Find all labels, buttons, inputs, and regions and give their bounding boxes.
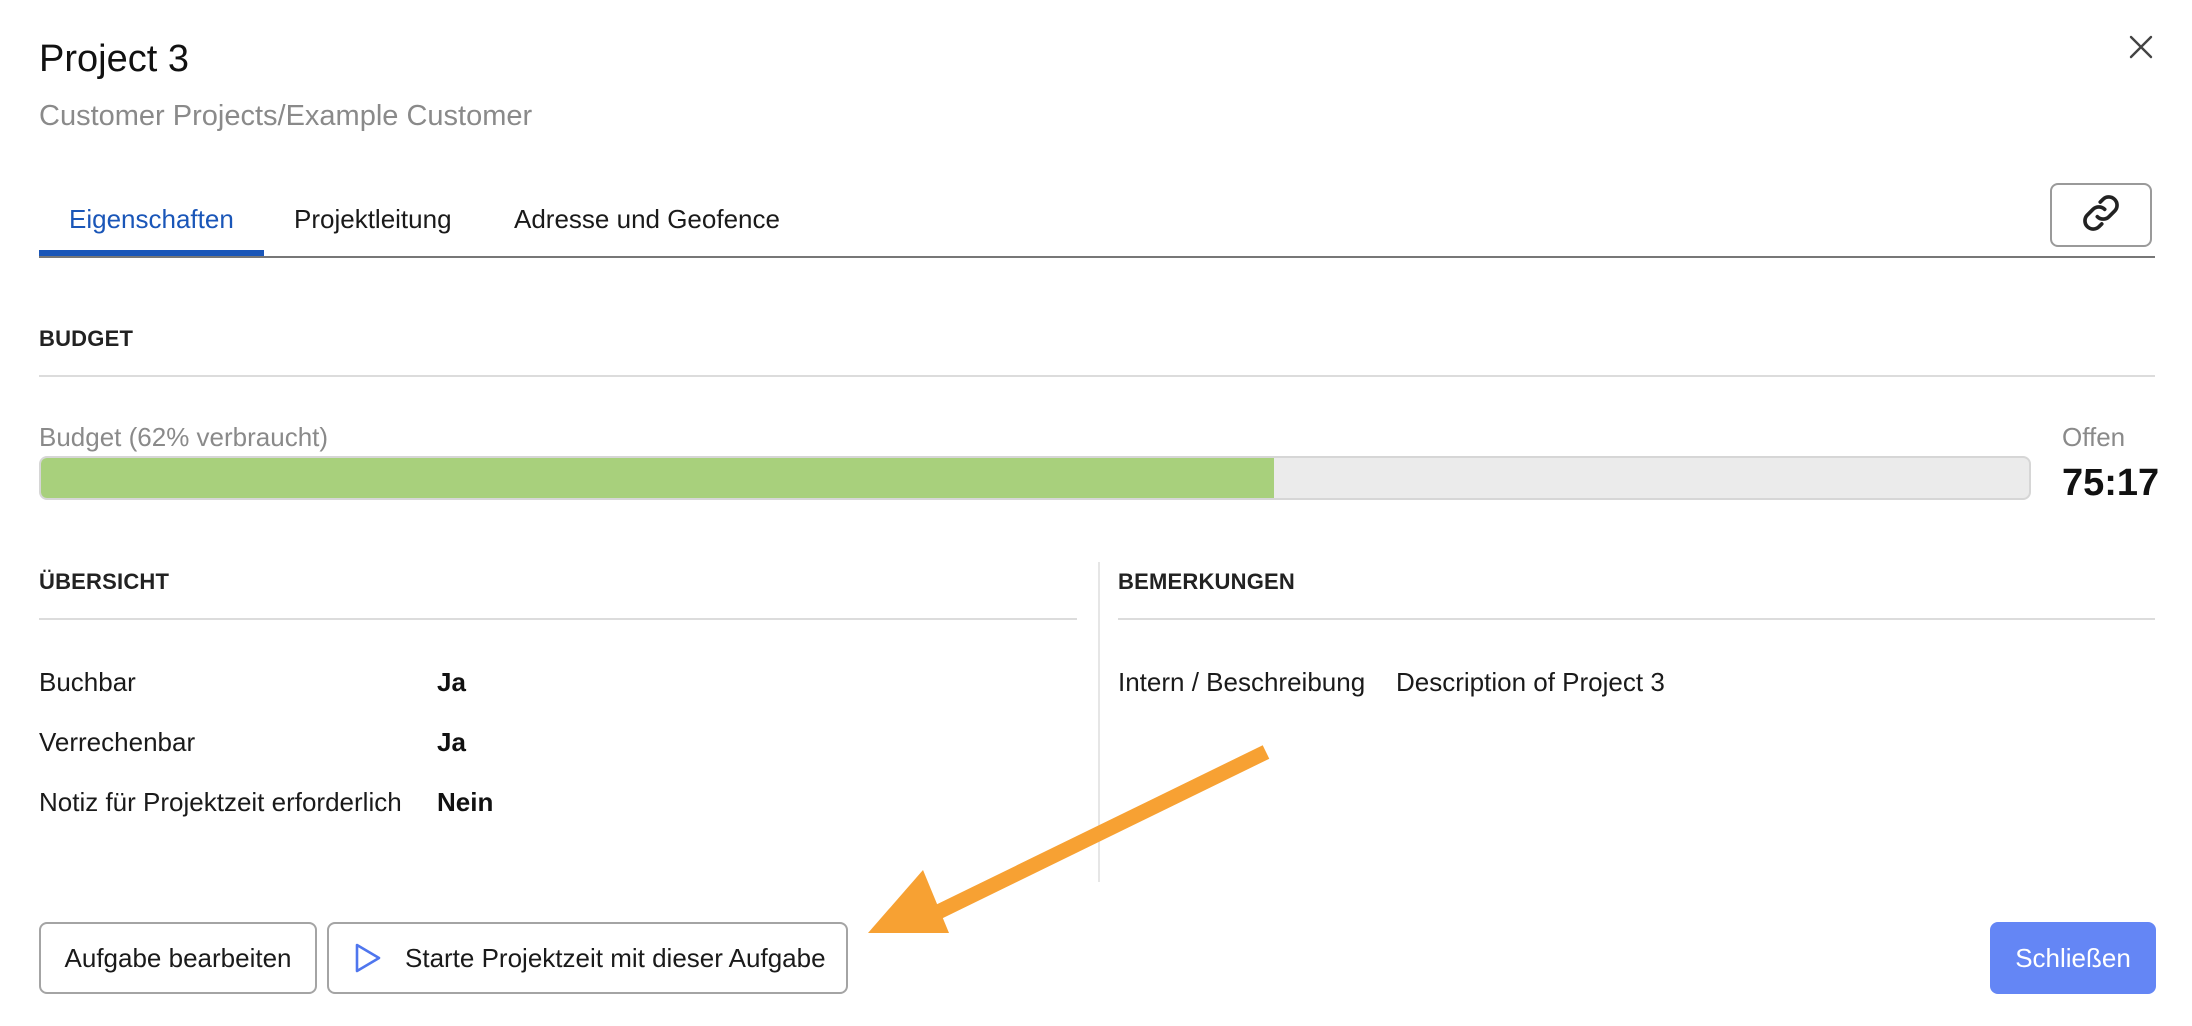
- page-title: Project 3: [39, 38, 189, 80]
- verrechenbar-label: Verrechenbar: [39, 727, 196, 757]
- active-tab-indicator: [39, 250, 264, 256]
- open-value: 75:17: [2062, 462, 2160, 504]
- copy-link-button[interactable]: [2050, 183, 2152, 247]
- play-icon: [353, 942, 383, 974]
- budget-divider: [39, 375, 2155, 377]
- tabs-divider: [39, 256, 2155, 258]
- notiz-value: Nein: [437, 787, 494, 817]
- remarks-value: Description of Project 3: [1396, 667, 1665, 697]
- annotation-arrow-icon: [868, 745, 1270, 933]
- tab-projektleitung[interactable]: Projektleitung: [294, 204, 452, 235]
- budget-section-title: BUDGET: [39, 326, 134, 351]
- close-icon[interactable]: [2120, 26, 2162, 68]
- verrechenbar-value: Ja: [437, 727, 466, 757]
- budget-progress-bar: [39, 456, 2031, 500]
- start-project-time-label: Starte Projektzeit mit dieser Aufgabe: [405, 942, 826, 973]
- start-project-time-button[interactable]: Starte Projektzeit mit dieser Aufgabe: [327, 922, 848, 994]
- open-label: Offen: [2062, 422, 2126, 452]
- budget-label: Budget (62% verbraucht): [39, 422, 329, 452]
- tab-eigenschaften[interactable]: Eigenschaften: [69, 204, 234, 235]
- link-icon: [2079, 191, 2123, 240]
- breadcrumb: Customer Projects/Example Customer: [39, 100, 533, 132]
- remarks-label: Intern / Beschreibung: [1118, 667, 1366, 697]
- buchbar-value: Ja: [437, 667, 466, 697]
- notiz-label: Notiz für Projektzeit erforderlich: [39, 787, 402, 817]
- edit-task-button[interactable]: Aufgabe bearbeiten: [39, 922, 317, 994]
- close-button-label: Schließen: [2015, 942, 2131, 973]
- overview-section-title: ÜBERSICHT: [39, 569, 170, 594]
- overview-divider: [39, 618, 1077, 620]
- tab-adresse-und-geofence[interactable]: Adresse und Geofence: [514, 204, 780, 235]
- close-button[interactable]: Schließen: [1990, 922, 2156, 994]
- edit-task-label: Aufgabe bearbeiten: [64, 942, 292, 973]
- remarks-section-title: BEMERKUNGEN: [1118, 569, 1295, 594]
- budget-progress-fill: [41, 458, 1274, 498]
- remarks-divider: [1118, 618, 2155, 620]
- buchbar-label: Buchbar: [39, 667, 136, 697]
